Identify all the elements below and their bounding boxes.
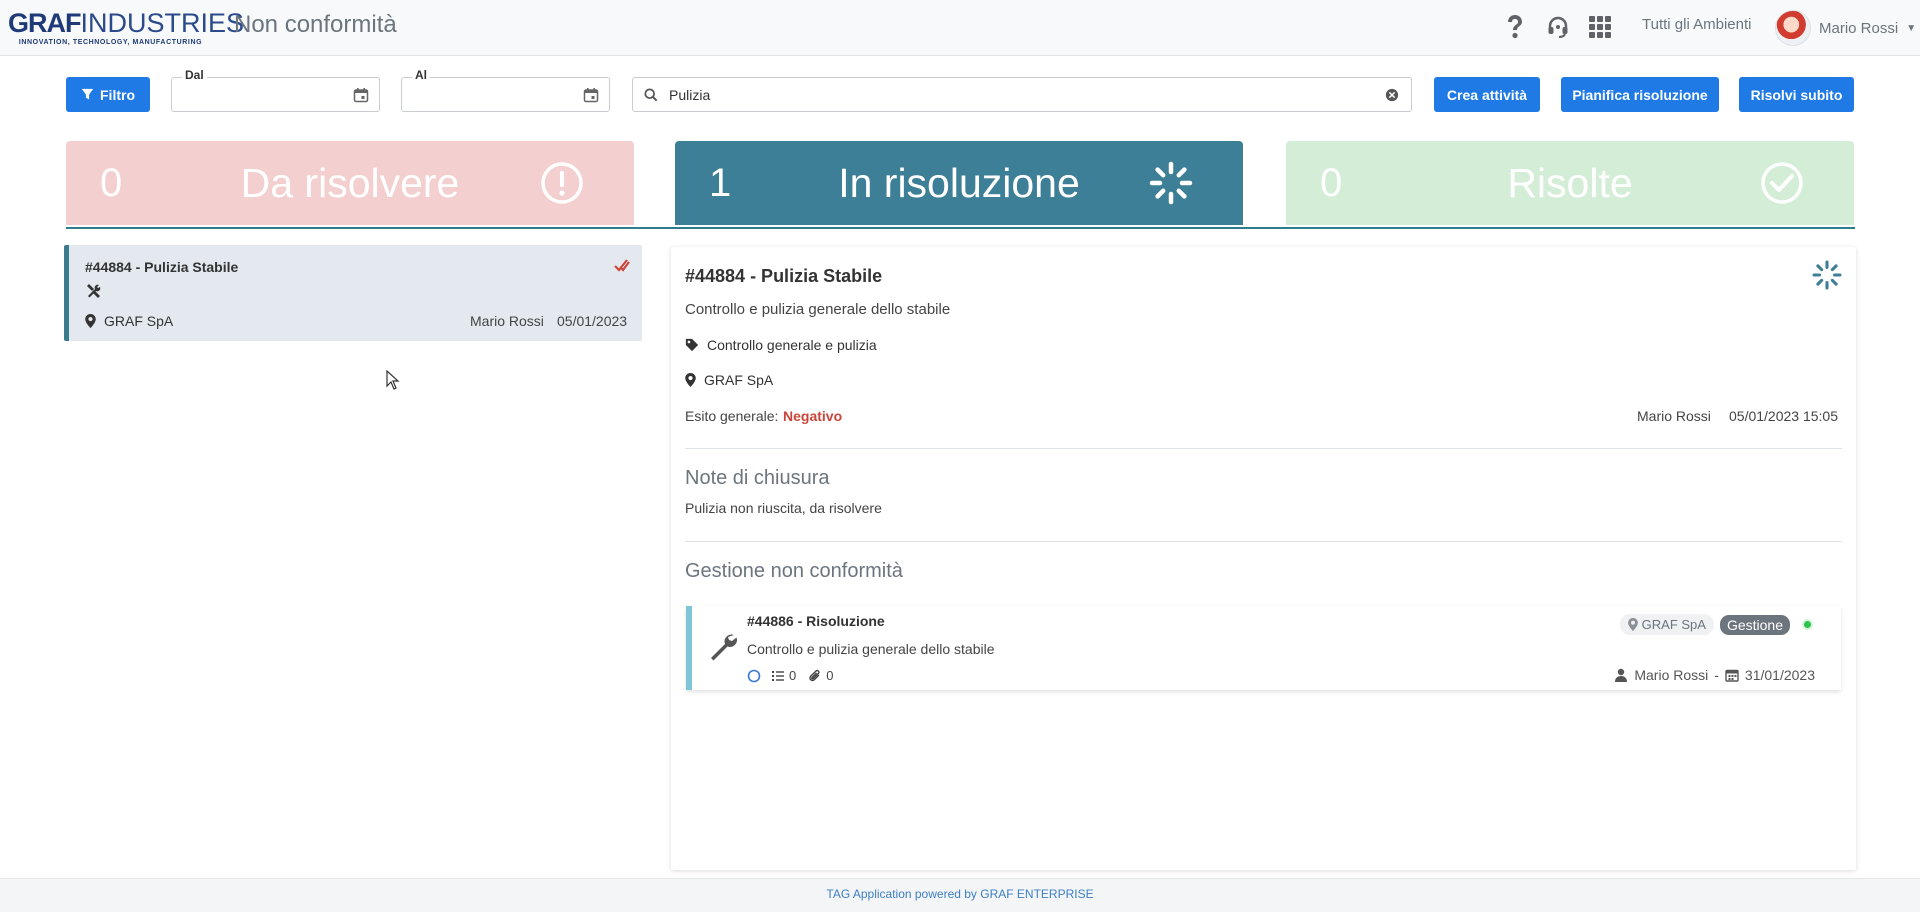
user-icon (1615, 668, 1628, 682)
resolve-now-button[interactable]: Risolvi subito (1739, 77, 1854, 112)
avatar (1775, 10, 1811, 46)
location-badge-text: GRAF SpA (1641, 617, 1706, 632)
closing-notes-title: Note di chiusura (685, 467, 830, 489)
tab-resolved[interactable]: 0 Risolte (1286, 141, 1854, 225)
activity-card[interactable]: #44886 - Risoluzione Controllo e pulizia… (686, 606, 1841, 690)
help-icon[interactable] (1500, 12, 1530, 42)
tab-to-resolve[interactable]: 0 Da risolvere (66, 141, 634, 225)
activity-user: Mario Rossi (1634, 667, 1709, 683)
date-to-field[interactable]: Al (401, 68, 610, 112)
location-badge: GRAF SpA (1619, 614, 1714, 635)
activity-date: 31/01/2023 (1744, 667, 1815, 683)
clear-search-icon[interactable] (1385, 88, 1399, 102)
footer: TAG Application powered by GRAF ENTERPRI… (0, 878, 1920, 912)
check-circle-icon (1761, 162, 1803, 204)
activity-footer: Mario Rossi - 31/01/2023 (1614, 667, 1815, 683)
caret-down-icon: ▼ (1906, 22, 1917, 34)
double-check-icon (614, 259, 630, 272)
search-icon (644, 88, 658, 102)
calendar-icon (1725, 669, 1739, 682)
list-item-location-text: GRAF SpA (104, 313, 174, 329)
detail-datetime: 05/01/2023 15:05 (1729, 408, 1838, 424)
logo-brand: GRAF (8, 8, 81, 38)
mouse-cursor-icon (386, 370, 400, 390)
list-item[interactable]: #44884 - Pulizia Stabile GRAF SpA Mario … (64, 245, 642, 341)
list-item-user: Mario Rossi (470, 313, 544, 329)
company-logo[interactable]: GRAFINDUSTRIES INNOVATION, TECHNOLOGY, M… (8, 8, 244, 49)
detail-category-text: Controllo generale e pulizia (707, 337, 877, 353)
detail-location: GRAF SpA (685, 372, 773, 388)
create-activity-button[interactable]: Crea attività (1434, 77, 1540, 112)
tabs-underline (66, 227, 1855, 229)
date-to-label: Al (412, 68, 430, 82)
activity-title: #44886 - Risoluzione (747, 613, 885, 629)
divider (685, 541, 1842, 542)
checklist-icon (772, 670, 784, 681)
outcome-label: Esito generale: (685, 408, 779, 424)
detail-location-text: GRAF SpA (704, 372, 774, 388)
tab-in-resolution[interactable]: 1 In risoluzione (675, 141, 1243, 225)
attachments-count: 0 (826, 668, 834, 683)
date-from-label: Dal (182, 68, 207, 82)
location-pin-icon (85, 314, 96, 328)
list-item-location: GRAF SpA (85, 313, 173, 329)
logo-tagline: INNOVATION, TECHNOLOGY, MANUFACTURING (18, 39, 203, 46)
calendar-icon[interactable] (353, 87, 369, 103)
environment-selector[interactable]: Tutti gli Ambienti (1642, 16, 1752, 33)
activity-description: Controllo e pulizia generale dello stabi… (747, 641, 995, 657)
filter-button-label: Filtro (100, 86, 135, 103)
activity-badges: GRAF SpA Gestione (1619, 614, 1813, 635)
list-item-date: 05/01/2023 (557, 313, 628, 329)
spinner-icon (1149, 161, 1193, 205)
logo-brand-rest: INDUSTRIES (80, 8, 245, 38)
location-pin-icon (685, 373, 696, 387)
footer-text[interactable]: TAG Application powered by GRAF ENTERPRI… (826, 887, 1093, 901)
apps-grid-icon[interactable] (1585, 12, 1615, 42)
detail-category: Controllo generale e pulizia (685, 337, 877, 353)
filter-icon (81, 88, 94, 100)
page-title: Non conformità (234, 11, 397, 38)
search-input[interactable]: Pulizia (632, 77, 1412, 112)
detail-panel: #44884 - Pulizia Stabile Controllo e pul… (671, 247, 1856, 870)
plan-resolution-label: Pianifica risoluzione (1572, 86, 1708, 103)
plan-resolution-button[interactable]: Pianifica risoluzione (1561, 77, 1719, 112)
search-value: Pulizia (669, 87, 711, 103)
logo-wordmark: GRAFINDUSTRIES (8, 8, 244, 38)
tag-icon (685, 338, 699, 352)
detail-user: Mario Rossi (1637, 408, 1711, 424)
outcome-value: Negativo (783, 408, 843, 424)
user-name: Mario Rossi (1819, 19, 1899, 37)
list-item-title: #44884 - Pulizia Stabile (85, 259, 239, 275)
detail-description: Controllo e pulizia generale dello stabi… (685, 301, 951, 318)
top-navbar: GRAFINDUSTRIES INNOVATION, TECHNOLOGY, M… (0, 0, 1920, 56)
headset-icon[interactable] (1543, 12, 1573, 42)
detail-title: #44884 - Pulizia Stabile (685, 266, 883, 286)
spinner-icon (1812, 260, 1842, 290)
activity-counters: 0 0 (747, 668, 833, 683)
wrench-icon (711, 634, 737, 661)
status-circle-icon (747, 669, 761, 682)
exclamation-circle-icon (541, 162, 583, 204)
create-activity-label: Crea attività (1446, 86, 1528, 103)
user-menu[interactable]: Mario Rossi ▼ (1775, 10, 1916, 46)
management-title: Gestione non conformità (685, 560, 903, 582)
activity-separator: - (1714, 667, 1719, 683)
tools-icon (87, 284, 101, 298)
resolve-now-label: Risolvi subito (1750, 86, 1843, 103)
status-dot (1802, 619, 1813, 630)
calendar-icon[interactable] (583, 87, 599, 103)
divider (685, 448, 1842, 449)
paperclip-icon (809, 669, 820, 681)
location-pin-icon (1627, 618, 1638, 631)
checklist-count: 0 (789, 668, 797, 683)
closing-notes-text: Pulizia non riuscita, da risolvere (685, 500, 882, 516)
filter-button[interactable]: Filtro (66, 77, 150, 112)
type-badge: Gestione (1719, 614, 1790, 635)
date-from-field[interactable]: Dal (171, 68, 380, 112)
